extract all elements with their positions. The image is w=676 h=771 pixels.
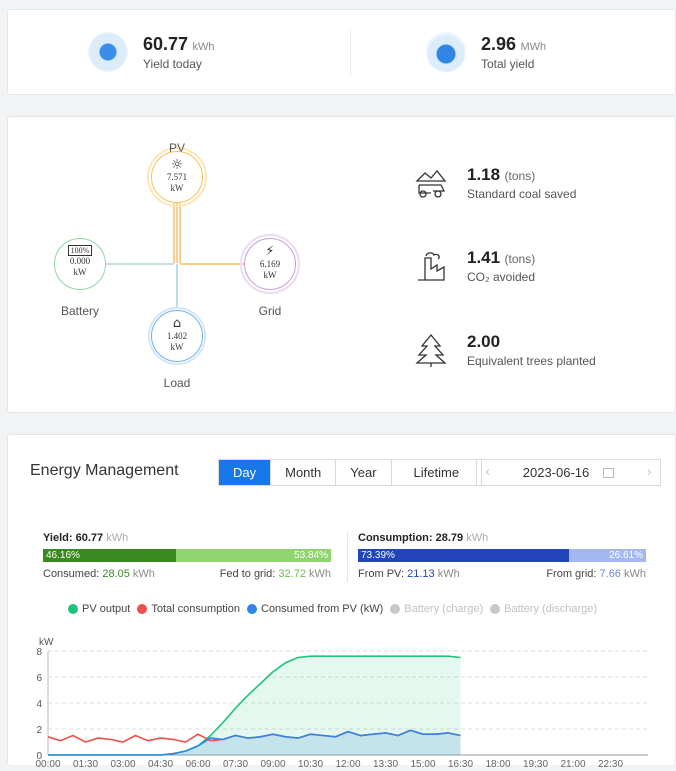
co2-value: 1.41 [467, 248, 501, 267]
transmission-tower-icon: ⚡ [265, 244, 275, 259]
pv-unit: kW [170, 183, 184, 193]
y-tick-label: 6 [36, 673, 42, 684]
chart-legend: PV output Total consumption Consumed fro… [68, 603, 604, 615]
fed-value: 32.72 [278, 568, 306, 580]
pv-value: 7.571 [166, 172, 188, 182]
coal-unit: (tons) [504, 169, 536, 183]
tab-day[interactable]: Day [219, 460, 272, 485]
summary-divider [350, 30, 351, 76]
consumption-bar: 73.39% 26.61% [358, 549, 646, 562]
yield-unit: kWh [106, 532, 129, 544]
trees-label: Equivalent trees planted [467, 354, 596, 368]
load-value: 1.402 [166, 331, 188, 341]
solar-panel-icon [426, 32, 466, 72]
y-tick-label: 4 [36, 699, 42, 710]
calendar-icon[interactable] [603, 467, 615, 478]
consumed-value: 28.05 [102, 568, 130, 580]
power-chart[interactable]: kW 02468 00:00 01:30 03:00 04:30 06:00 07:30 0… [8, 631, 676, 771]
tree-icon [415, 333, 447, 367]
pv-node[interactable]: ☼ 7.571 kW [151, 151, 203, 203]
from-pv-text: From PV: 21.13 kWh [358, 568, 460, 580]
legend-battery-charge[interactable]: Battery (charge) [390, 603, 483, 615]
yield-today-value: 60.77 [143, 33, 189, 54]
yield-today-stat: 60.77 kWh Yield today [88, 32, 215, 72]
trees-value: 2.00 [467, 332, 501, 351]
total-yield-unit: MWh [520, 40, 547, 53]
grid-node[interactable]: ⚡ 6.169 kW [244, 238, 296, 290]
battery-node[interactable]: 100% 0.000 kW [54, 238, 106, 290]
grid-value: 6.169 [259, 259, 281, 269]
solar-panel-icon: ☼ [170, 157, 184, 173]
yield-label: Yield: [43, 532, 73, 544]
legend-battery-discharge[interactable]: Battery (discharge) [490, 603, 597, 615]
tab-month[interactable]: Month [271, 460, 337, 485]
legend-consumed-from-pv[interactable]: Consumed from PV (kW) [247, 603, 383, 615]
grid-label: Grid [258, 304, 282, 318]
tab-year[interactable]: Year [336, 460, 392, 485]
load-node[interactable]: ⌂ 1.402 kW [151, 310, 203, 362]
env-row-trees: 2.00 Equivalent trees planted [413, 332, 596, 368]
total-yield-value: 2.96 [481, 33, 517, 54]
load-label: Load [163, 376, 191, 390]
from-grid-text: From grid: 7.66 kWh [546, 568, 646, 580]
date-picker[interactable]: ‹ 2023-06-16 › [476, 459, 661, 486]
env-row-co2: 1.41 (tons) CO₂ avoided [413, 248, 535, 284]
consumption-label: Consumption: [358, 532, 433, 544]
coal-label: Standard coal saved [467, 187, 577, 201]
consumption-header: Consumption: 28.79 kWh [358, 532, 488, 544]
house-icon: ⌂ [172, 316, 182, 331]
load-unit: kW [170, 342, 184, 352]
energy-flow-card: PV ☼ 7.571 kW 100% 0.000 kW Battery ⚡ 6.… [7, 116, 676, 413]
coal-value: 1.18 [467, 165, 501, 184]
battery-icon: 100% [67, 245, 93, 256]
battery-unit: kW [73, 267, 87, 277]
yield-bar: 46.16% 53.84% [43, 549, 331, 562]
env-row-coal: 1.18 (tons) Standard coal saved [413, 165, 576, 201]
chevron-left-icon[interactable]: ‹ [485, 465, 490, 480]
from-pv-value: 21.13 [407, 568, 435, 580]
chevron-right-icon[interactable]: › [647, 465, 652, 480]
y-tick-label: 2 [36, 725, 42, 736]
coal-truck-icon [415, 169, 447, 198]
yield-today-label: Yield today [143, 56, 202, 71]
legend-total-consumption[interactable]: Total consumption [137, 603, 240, 615]
energy-management-card: Energy Management Day Month Year Lifetim… [7, 434, 676, 770]
period-tabs: Day Month Year Lifetime [218, 459, 483, 486]
date-value[interactable]: 2023-06-16 [523, 465, 590, 480]
consumption-value: 28.79 [435, 532, 464, 544]
grid-unit: kW [263, 270, 277, 280]
battery-value: 0.000 [69, 256, 91, 266]
legend-pv-output[interactable]: PV output [68, 603, 130, 615]
yield-fed-pct: 53.84% [175, 549, 331, 562]
yield-consumed-pct: 46.16% [43, 549, 176, 562]
factory-icon [418, 252, 445, 281]
energy-title: Energy Management [30, 462, 179, 479]
yield-today-unit: kWh [192, 40, 215, 53]
total-yield-stat: 2.96 MWh Total yield [426, 32, 546, 72]
co2-unit: (tons) [504, 252, 536, 266]
total-yield-label: Total yield [481, 56, 535, 71]
consumed-text: Consumed: 28.05 kWh [43, 568, 155, 580]
yield-header: Yield: 60.77 kWh [43, 532, 128, 544]
summary-card: 60.77 kWh Yield today 2.96 MWh Total yie… [7, 9, 676, 95]
yield-value: 60.77 [75, 532, 104, 544]
fed-text: Fed to grid: 32.72 kWh [219, 568, 331, 580]
co2-label: CO₂ avoided [467, 270, 536, 284]
consumption-grid-pct: 26.61% [569, 549, 646, 562]
consumption-unit: kWh [466, 532, 489, 544]
sun-icon [88, 32, 128, 72]
y-tick-label: 8 [36, 647, 42, 658]
bar-divider [347, 532, 348, 582]
battery-label: Battery [60, 304, 99, 318]
from-grid-value: 7.66 [599, 568, 621, 580]
consumption-pv-pct: 73.39% [358, 549, 570, 562]
tab-lifetime[interactable]: Lifetime [392, 460, 482, 485]
